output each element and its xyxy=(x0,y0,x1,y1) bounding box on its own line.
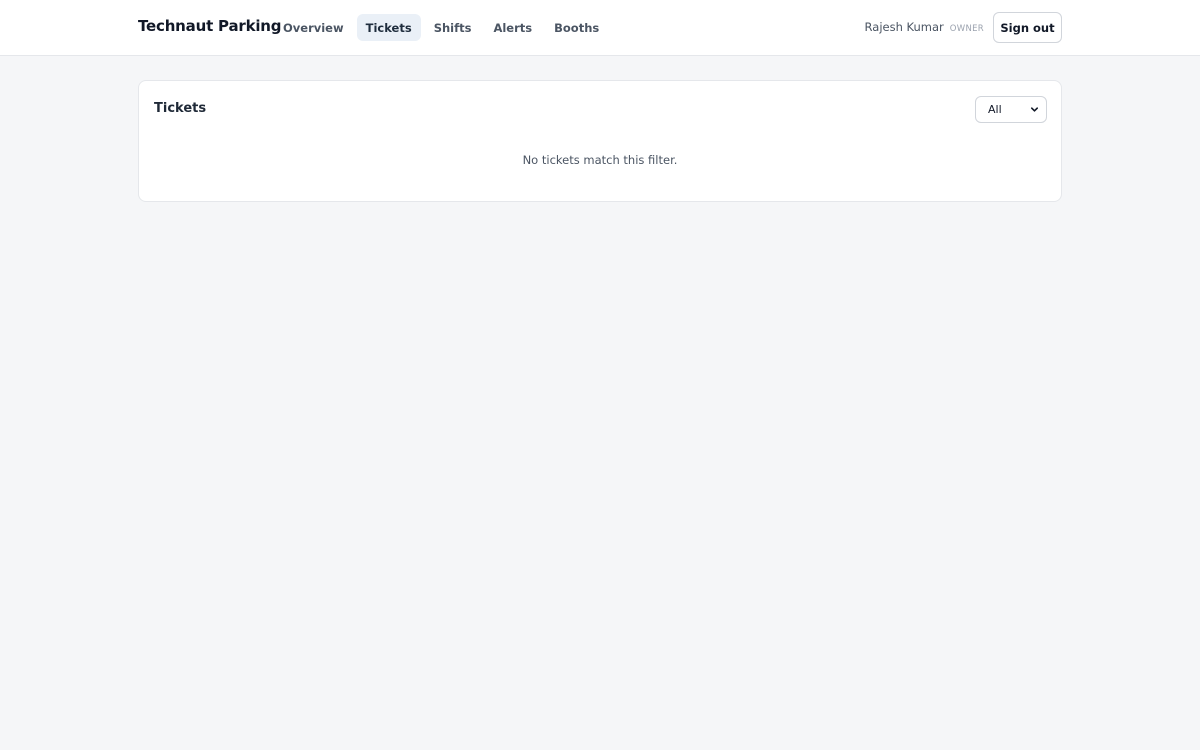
user-name: Rajesh Kumar xyxy=(864,20,944,34)
nav-item-alerts[interactable]: Alerts xyxy=(484,14,541,41)
tickets-card: Tickets All No tickets match this filter… xyxy=(138,80,1062,202)
user-info: Rajesh Kumar OWNER xyxy=(865,20,984,34)
sign-out-button[interactable]: Sign out xyxy=(993,12,1062,43)
user-role-badge: OWNER xyxy=(949,24,984,34)
tickets-title: Tickets xyxy=(154,101,207,116)
nav-item-booths[interactable]: Booths xyxy=(545,14,608,41)
nav-item-tickets[interactable]: Tickets xyxy=(356,14,421,41)
top-navbar: Technaut Parking Overview Tickets Shifts… xyxy=(0,0,1200,56)
empty-state-message: No tickets match this filter. xyxy=(522,153,678,167)
ticket-filter-select[interactable]: All xyxy=(975,96,1047,123)
nav-item-shifts[interactable]: Shifts xyxy=(425,14,481,41)
chevron-down-icon xyxy=(1030,107,1039,112)
main-nav: Overview Tickets Shifts Alerts Booths xyxy=(274,14,608,41)
brand-logo-text[interactable]: Technaut Parking xyxy=(138,17,282,35)
filter-selected-value: All xyxy=(988,103,1002,116)
nav-item-overview[interactable]: Overview xyxy=(274,14,353,41)
